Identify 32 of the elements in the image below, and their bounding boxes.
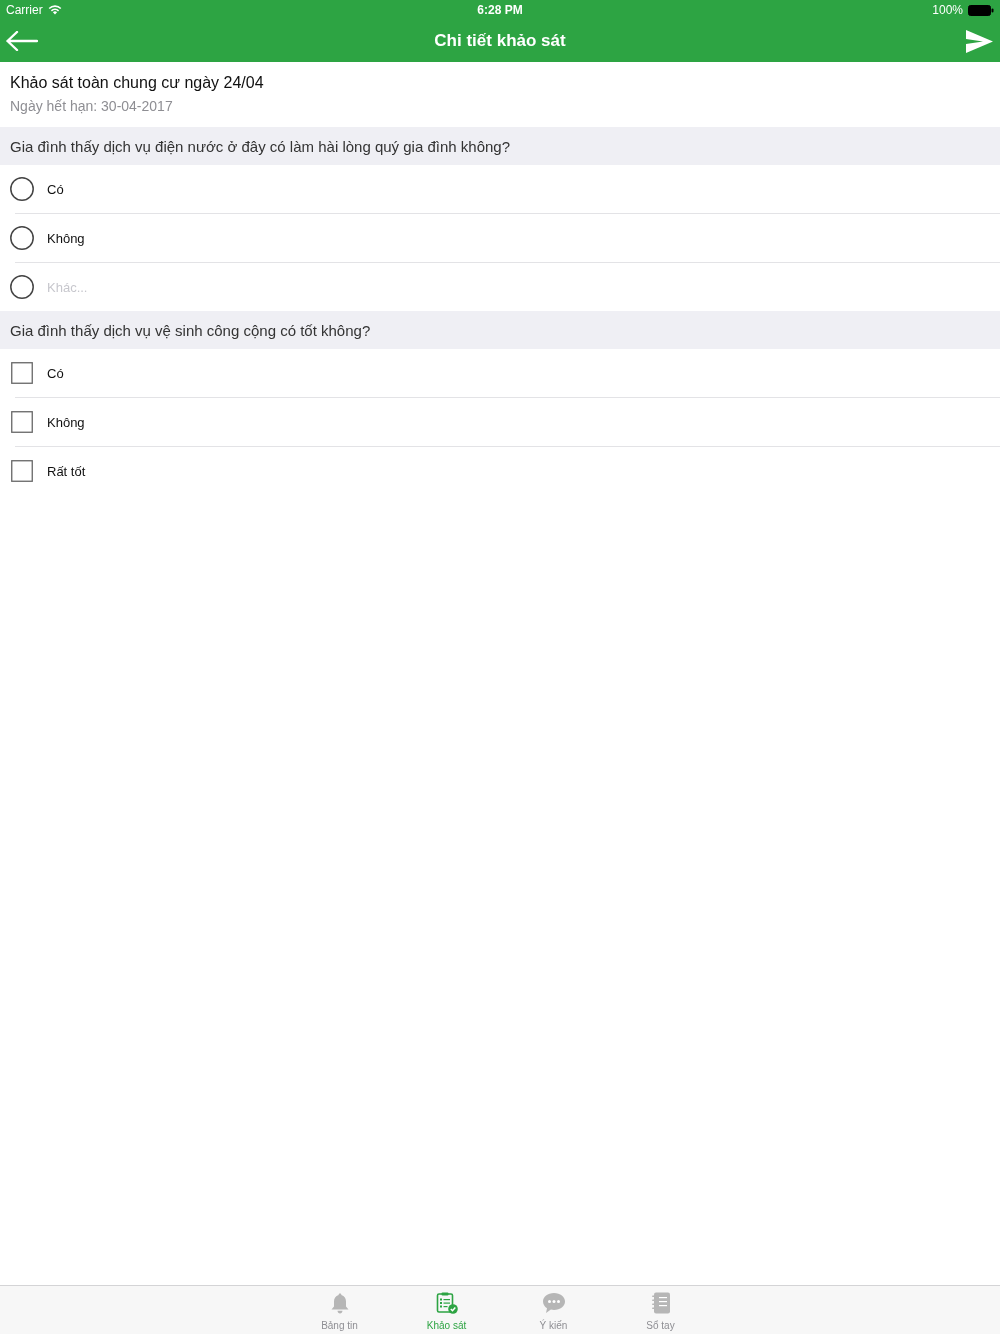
- option-label: Không: [47, 414, 85, 430]
- battery-percent: 100%: [932, 3, 963, 17]
- tab-item[interactable]: Khảo sát: [393, 1286, 500, 1334]
- survey-title: Khảo sát toàn chung cư ngày 24/04: [10, 73, 265, 93]
- back-arrow-icon[interactable]: [6, 31, 38, 51]
- tab-item[interactable]: Ý kiến: [500, 1286, 607, 1334]
- radio-button[interactable]: [10, 226, 34, 250]
- option-label: Có: [47, 365, 64, 381]
- speech-bubble-icon: [541, 1292, 566, 1314]
- status-time: 6:28 PM: [477, 3, 523, 17]
- question-header: Gia đình thấy dịch vụ vệ sinh công cộng có tốt không?: [0, 311, 1000, 349]
- carrier-name: Carrier: [6, 3, 43, 17]
- send-icon[interactable]: [966, 29, 993, 53]
- bell-icon: [329, 1292, 350, 1314]
- checklist-icon: [435, 1292, 458, 1314]
- checkbox[interactable]: [11, 411, 33, 433]
- expiry-date: Ngày hết hạn: 30-04-2017: [10, 97, 174, 116]
- radio-button[interactable]: [10, 177, 34, 201]
- question-header: Gia đình thấy dịch vụ điện nước ở đây có làm hài lòng quý gia đình không?: [0, 127, 1000, 165]
- checkbox[interactable]: [11, 362, 33, 384]
- wifi-icon: [47, 5, 62, 15]
- battery-icon: [968, 4, 994, 16]
- option-label: Rất tốt: [47, 463, 86, 479]
- radio-button[interactable]: [10, 275, 34, 299]
- tab-item[interactable]: Bảng tin: [286, 1286, 393, 1334]
- tab-item[interactable]: Sổ tay: [607, 1286, 714, 1334]
- other-answer-field[interactable]: Khác...: [47, 277, 447, 297]
- checkbox[interactable]: [11, 460, 33, 482]
- option-label: Không: [47, 230, 85, 246]
- screen-title: Chi tiết khảo sát: [434, 31, 566, 51]
- option-label: Có: [47, 181, 64, 197]
- notebook-icon: [650, 1292, 671, 1314]
